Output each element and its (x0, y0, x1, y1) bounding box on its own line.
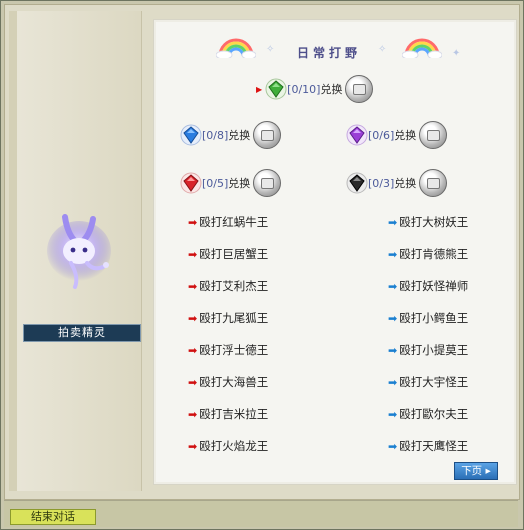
task-link-left-8[interactable]: ➡ 殴打火焰龙王 (188, 438, 268, 454)
npc-portrait (47, 214, 111, 289)
dialog-body: 拍卖精灵 ✧ ✧ ✦ 日常打野 ▶ [0/10]兑换 [0/8]兑换 [0/6]… (4, 4, 520, 500)
red-arrow-icon: ➡ (188, 279, 198, 293)
sparkle-icon: ✧ (378, 44, 387, 55)
red-arrow-icon: ➡ (188, 375, 198, 389)
bottom-bar: 结束对话 (4, 500, 518, 527)
green-gem-icon (265, 78, 287, 100)
blue-arrow-icon: ➡ (388, 375, 398, 389)
red-arrow-icon: ➡ (188, 215, 198, 229)
pointer-icon: ▶ (256, 84, 263, 94)
task-link-right-8[interactable]: ➡ 殴打天鹰怪王 (388, 438, 468, 454)
task-link-right-4[interactable]: ➡ 殴打小鳄鱼王 (388, 310, 468, 326)
exchange-black[interactable]: [0/3]兑换 (346, 168, 448, 198)
task-link-left-3[interactable]: ➡ 殴打艾利杰王 (188, 278, 268, 294)
blue-arrow-icon: ➡ (388, 247, 398, 261)
task-link-left-5[interactable]: ➡ 殴打浮士德王 (188, 342, 268, 358)
rainbow-icon (216, 38, 256, 58)
exchange-purple[interactable]: [0/6]兑换 (346, 120, 448, 150)
task-link-right-2[interactable]: ➡ 殴打肯德熊王 (388, 246, 468, 262)
blue-arrow-icon: ➡ (388, 343, 398, 357)
page-title: 日常打野 (297, 46, 362, 60)
rainbow-icon (402, 38, 442, 58)
blue-arrow-icon: ➡ (388, 311, 398, 325)
exchange-label: [0/10]兑换 (287, 83, 343, 96)
exchange-blue[interactable]: [0/8]兑换 (180, 120, 282, 150)
blue-arrow-icon: ➡ (388, 279, 398, 293)
npc-name-label: 拍卖精灵 (23, 324, 141, 342)
exchange-label: [0/6]兑换 (368, 129, 417, 142)
task-link-right-1[interactable]: ➡ 殴打大树妖王 (388, 214, 468, 230)
next-page-button[interactable]: 下页 ▸ (454, 462, 498, 480)
task-link-right-6[interactable]: ➡ 殴打大宇怪王 (388, 374, 468, 390)
red-gem-icon (180, 172, 202, 194)
blue-arrow-icon: ➡ (388, 439, 398, 453)
red-arrow-icon: ➡ (188, 343, 198, 357)
task-link-right-7[interactable]: ➡ 殴打歐尔夫王 (388, 406, 468, 422)
task-link-right-5[interactable]: ➡ 殴打小提莫王 (388, 342, 468, 358)
exchange-red[interactable]: [0/5]兑换 (180, 168, 282, 198)
task-link-left-1[interactable]: ➡ 殴打红蜗牛王 (188, 214, 268, 230)
task-link-left-7[interactable]: ➡ 殴打吉米拉王 (188, 406, 268, 422)
end-chat-button[interactable]: 结束对话 (10, 509, 96, 525)
coin-icon (419, 121, 448, 149)
black-gem-icon (346, 172, 368, 194)
purple-gem-icon (346, 124, 368, 146)
task-list-panel: ✧ ✧ ✦ 日常打野 ▶ [0/10]兑换 [0/8]兑换 [0/6]兑换 [0… (153, 19, 517, 485)
exchange-green[interactable]: ▶ [0/10]兑换 (256, 74, 374, 104)
red-arrow-icon: ➡ (188, 247, 198, 261)
blue-arrow-icon: ➡ (388, 215, 398, 229)
sparkle-icon: ✦ (452, 48, 461, 59)
chevron-right-icon: ▸ (485, 465, 491, 477)
red-arrow-icon: ➡ (188, 311, 198, 325)
sparkle-icon: ✧ (266, 44, 275, 55)
task-link-left-6[interactable]: ➡ 殴打大海兽王 (188, 374, 268, 390)
panel-edge (9, 11, 17, 491)
coin-icon (419, 169, 448, 197)
blue-arrow-icon: ➡ (388, 407, 398, 421)
task-link-left-2[interactable]: ➡ 殴打巨居蟹王 (188, 246, 268, 262)
coin-icon (253, 121, 282, 149)
npc-panel: 拍卖精灵 (9, 11, 142, 491)
blue-gem-icon (180, 124, 202, 146)
red-arrow-icon: ➡ (188, 407, 198, 421)
exchange-label: [0/5]兑换 (202, 177, 251, 190)
coin-icon (253, 169, 282, 197)
coin-icon (345, 75, 374, 103)
red-arrow-icon: ➡ (188, 439, 198, 453)
task-link-right-3[interactable]: ➡ 殴打妖怪禅师 (388, 278, 468, 294)
exchange-label: [0/8]兑换 (202, 129, 251, 142)
npc-dialog-window: 拍卖精灵 ✧ ✧ ✦ 日常打野 ▶ [0/10]兑换 [0/8]兑换 [0/6]… (0, 0, 524, 530)
task-link-left-4[interactable]: ➡ 殴打九尾狐王 (188, 310, 268, 326)
exchange-label: [0/3]兑换 (368, 177, 417, 190)
